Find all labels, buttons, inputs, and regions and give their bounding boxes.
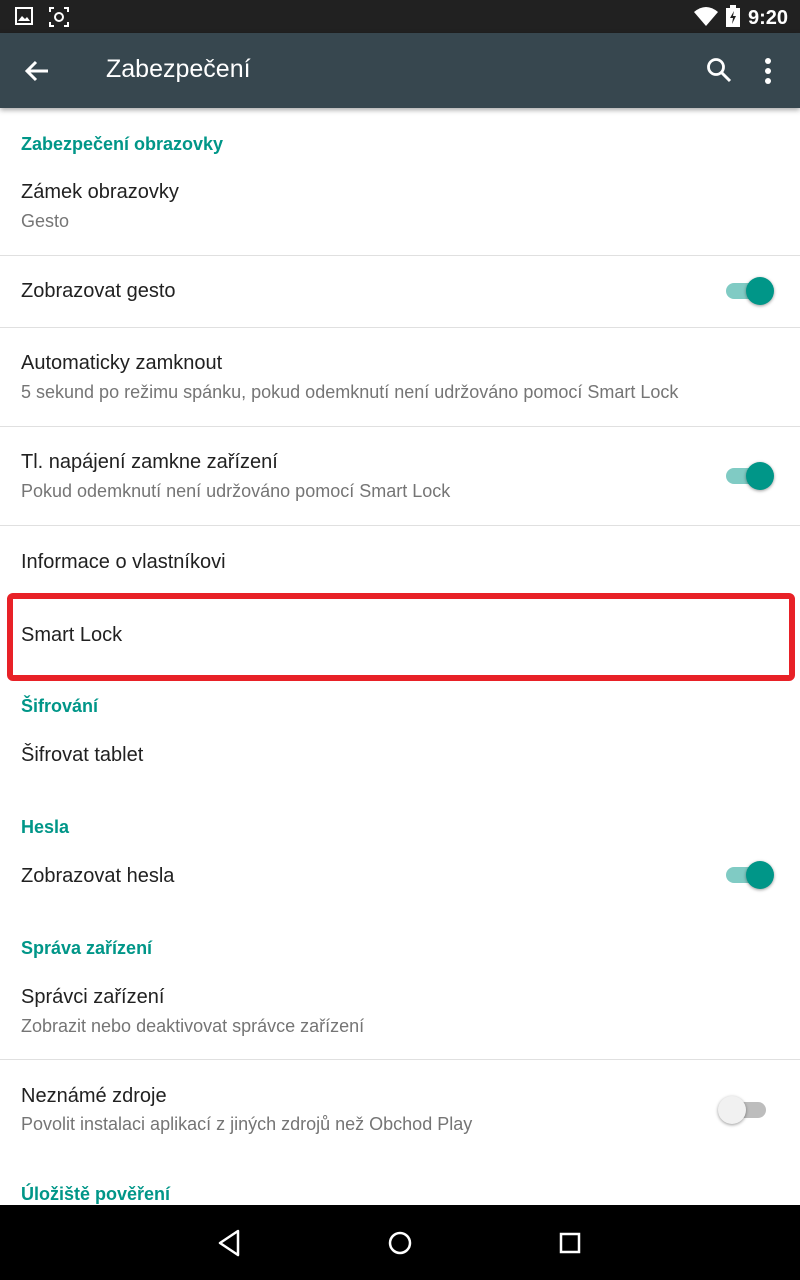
screenshot-icon — [48, 6, 70, 33]
pref-show-passwords[interactable]: Zobrazovat hesla — [0, 843, 800, 923]
image-icon — [14, 6, 34, 33]
pref-power-lock[interactable]: Tl. napájení zamkne zařízení Pokud odemk… — [0, 427, 800, 525]
section-device-admin: Správa zařízení — [21, 938, 153, 958]
smart-lock-highlight — [7, 593, 795, 681]
page-title: Zabezpečení — [106, 55, 251, 83]
pref-summary: Pokud odemknutí není udržováno pomocí Sm… — [21, 481, 451, 501]
pref-summary: Povolit instalaci aplikací z jiných zdro… — [21, 1114, 473, 1134]
section-screen-security: Zabezpečení obrazovky — [21, 134, 224, 154]
more-vert-icon[interactable] — [760, 57, 776, 85]
pref-title: Informace o vlastníkovi — [21, 551, 226, 573]
navigation-bar — [0, 1205, 800, 1280]
pref-title: Neznámé zdroje — [21, 1085, 167, 1107]
pref-screen-lock[interactable]: Zámek obrazovky Gesto — [0, 160, 800, 255]
battery-icon — [725, 5, 740, 32]
pref-show-pattern[interactable]: Zobrazovat gesto — [0, 256, 800, 327]
wifi-icon — [693, 6, 718, 31]
power-lock-switch[interactable] — [722, 460, 776, 492]
pref-summary: Zobrazit nebo deaktivovat správce zaříze… — [21, 1016, 365, 1036]
status-time: 9:20 — [747, 7, 788, 29]
pref-title: Správci zařízení — [21, 986, 165, 1008]
search-icon[interactable] — [706, 57, 732, 83]
pref-unknown-sources[interactable]: Neznámé zdroje Povolit instalaci aplikac… — [0, 1060, 800, 1158]
pref-title: Zobrazovat gesto — [21, 280, 176, 302]
pref-summary: 5 sekund po režimu spánku, pokud odemknu… — [21, 382, 679, 402]
app-toolbar: Zabezpečení — [0, 33, 800, 108]
pref-summary: Gesto — [21, 211, 70, 231]
show-pattern-switch[interactable] — [722, 275, 776, 307]
recents-icon[interactable] — [554, 1227, 586, 1259]
section-credential-storage: Úložiště pověření — [21, 1184, 171, 1204]
pref-title: Zámek obrazovky — [21, 181, 179, 203]
show-passwords-switch[interactable] — [722, 859, 776, 891]
pref-auto-lock[interactable]: Automaticky zamknout 5 sekund po režimu … — [0, 328, 800, 426]
pref-title: Automaticky zamknout — [21, 352, 223, 374]
section-passwords: Hesla — [21, 817, 70, 837]
pref-title: Šifrovat tablet — [21, 744, 144, 766]
section-encryption: Šifrování — [21, 696, 99, 716]
back-arrow-icon[interactable] — [24, 58, 50, 84]
back-icon[interactable] — [214, 1227, 246, 1259]
home-icon[interactable] — [384, 1227, 416, 1259]
status-bar: 9:20 — [0, 0, 800, 33]
pref-device-admins[interactable]: Správci zařízení Zobrazit nebo deaktivov… — [0, 964, 800, 1059]
pref-title: Zobrazovat hesla — [21, 865, 175, 887]
settings-list: Zabezpečení obrazovky Zámek obrazovky Ge… — [0, 108, 800, 1205]
pref-owner-info[interactable]: Informace o vlastníkovi — [0, 526, 800, 596]
unknown-sources-switch[interactable] — [718, 1094, 772, 1126]
pref-encrypt-tablet[interactable]: Šifrovat tablet — [0, 722, 800, 802]
pref-title: Tl. napájení zamkne zařízení — [21, 451, 278, 473]
